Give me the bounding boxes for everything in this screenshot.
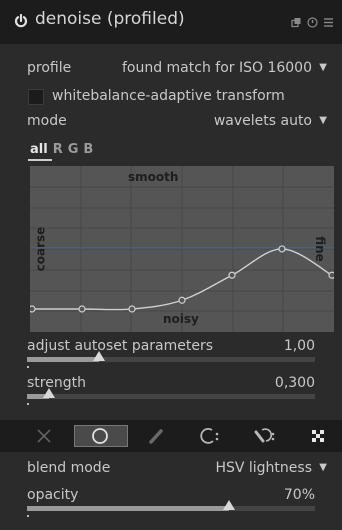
- multi-instance-icon[interactable]: [291, 17, 302, 28]
- parametric-mask-icon[interactable]: [198, 420, 222, 452]
- strength-value: 0,300: [274, 375, 315, 391]
- tab-b[interactable]: B: [83, 142, 93, 157]
- module-header[interactable]: denoise (profiled): [0, 0, 342, 44]
- graph-label-top: smooth: [128, 170, 179, 184]
- profile-value: found match for ISO 16000: [121, 60, 312, 76]
- active-tab-indicator: [28, 159, 52, 161]
- channel-tabs: all R G B: [30, 142, 98, 157]
- tab-g[interactable]: G: [68, 142, 79, 157]
- adjust-autoset-value: 1,00: [283, 338, 315, 354]
- reset-icon[interactable]: [307, 17, 318, 28]
- tab-r[interactable]: R: [53, 142, 63, 157]
- blend-mode-label: blend mode: [27, 460, 111, 476]
- strength-label: strength: [27, 375, 86, 391]
- adjust-autoset-label: adjust autoset parameters: [27, 338, 214, 354]
- whitebalance-adaptive-label[interactable]: whitebalance-adaptive transform: [52, 88, 285, 104]
- presets-menu-icon[interactable]: [323, 17, 334, 28]
- mode-value: wavelets auto: [213, 113, 312, 129]
- wavelet-curve-graph[interactable]: smooth noisy coarse fine: [30, 166, 334, 332]
- dropdown-arrow-icon: ▼: [319, 62, 327, 73]
- denoise-module-panel: denoise (profiled) profile found match f…: [0, 0, 342, 530]
- curve-node[interactable]: [228, 271, 236, 279]
- curve-node[interactable]: [178, 296, 186, 304]
- blend-mask-toolbar: [0, 420, 342, 452]
- slider-track[interactable]: [27, 394, 315, 399]
- raster-mask-icon[interactable]: [310, 420, 326, 452]
- slider-track[interactable]: [27, 506, 315, 511]
- drawn-parametric-mask-icon[interactable]: [252, 420, 278, 452]
- graph-label-left: coarse: [33, 226, 48, 272]
- module-title: denoise (profiled): [35, 9, 185, 29]
- opacity-label: opacity: [27, 487, 79, 503]
- slider-thumb-icon[interactable]: [222, 500, 235, 510]
- drawn-mask-icon[interactable]: [146, 420, 166, 452]
- slider-thumb-icon[interactable]: [42, 388, 55, 398]
- curve-node[interactable]: [328, 271, 334, 279]
- curve-node[interactable]: [30, 305, 36, 313]
- profile-label: profile: [27, 60, 72, 76]
- tab-all[interactable]: all: [30, 142, 48, 157]
- off-icon[interactable]: [34, 420, 54, 452]
- slider-origin-dot: [27, 403, 29, 405]
- uniformly-icon[interactable]: [90, 420, 110, 452]
- power-icon[interactable]: [13, 13, 29, 29]
- opacity-value: 70%: [283, 487, 315, 503]
- slider-thumb-icon[interactable]: [93, 351, 105, 361]
- whitebalance-adaptive-checkbox[interactable]: [28, 89, 44, 105]
- curve-node[interactable]: [278, 245, 286, 253]
- slider-fill: [27, 506, 229, 511]
- graph-label-bottom: noisy: [163, 312, 199, 326]
- slider-fill: [27, 357, 99, 362]
- slider-origin-dot: [27, 515, 29, 517]
- dropdown-arrow-icon: ▼: [319, 115, 327, 126]
- mode-label: mode: [27, 113, 67, 129]
- slider-track[interactable]: [27, 357, 315, 362]
- dropdown-arrow-icon: ▼: [319, 462, 327, 473]
- graph-label-right: fine: [312, 236, 327, 262]
- blend-mode-value: HSV lightness: [215, 460, 312, 476]
- curve-node[interactable]: [128, 305, 136, 313]
- curve-canvas[interactable]: [30, 166, 334, 332]
- curve-node[interactable]: [78, 305, 86, 313]
- slider-origin-dot: [27, 366, 29, 368]
